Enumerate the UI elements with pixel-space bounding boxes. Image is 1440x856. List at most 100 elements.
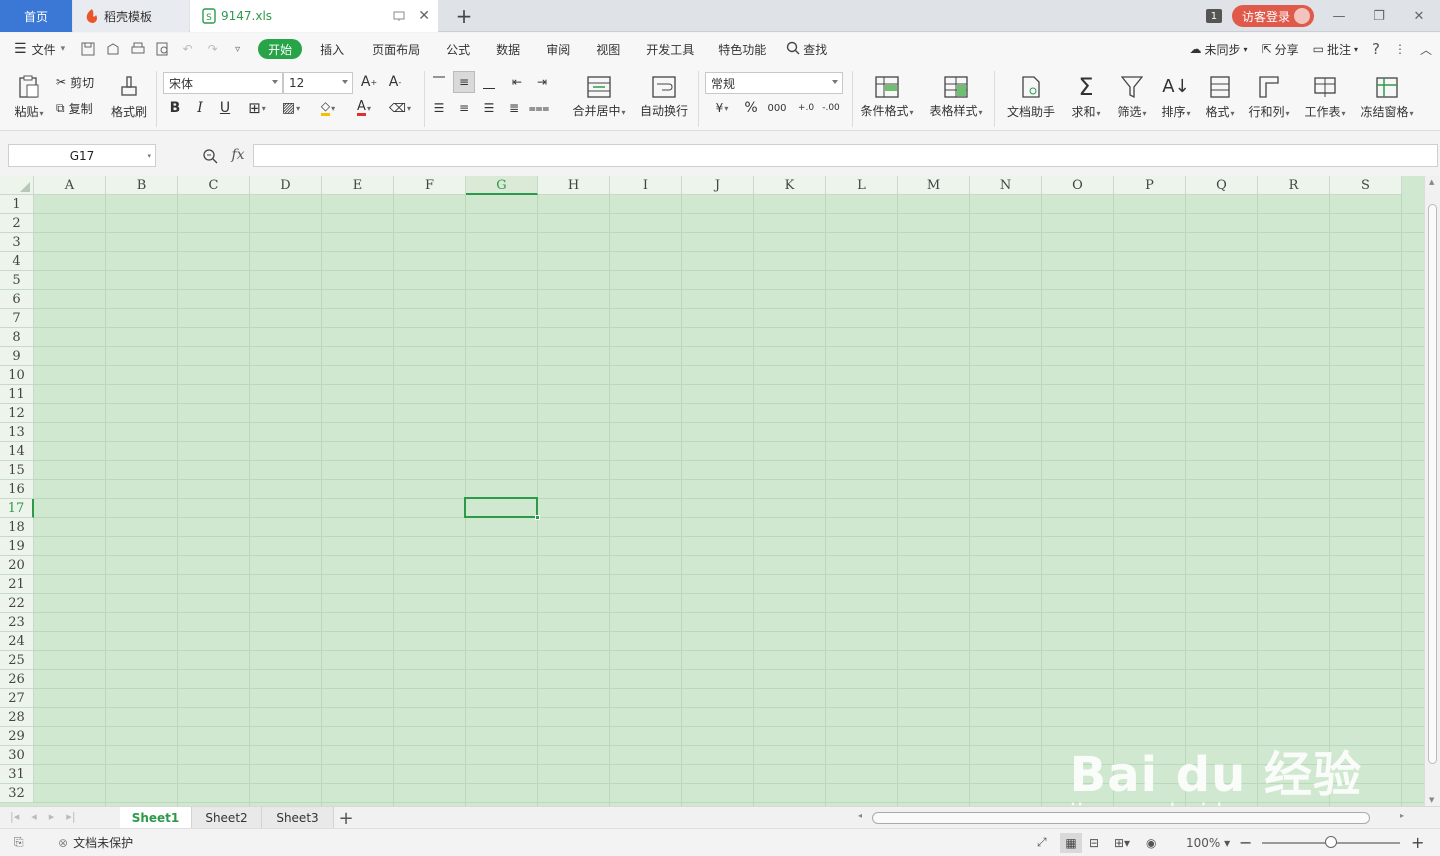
row-header-1[interactable]: 1	[0, 195, 34, 214]
redo-icon[interactable]: ↷	[200, 33, 225, 65]
filter-button[interactable]: 筛选▾	[1112, 71, 1152, 123]
row-header-24[interactable]: 24	[0, 632, 34, 651]
row-header-20[interactable]: 20	[0, 556, 34, 575]
fill-pattern-button[interactable]: ▨ ▾	[277, 99, 305, 117]
page-break-view-icon[interactable]: ⊟	[1089, 836, 1099, 850]
minimize-button[interactable]: —	[1324, 9, 1354, 24]
font-size-select[interactable]: 12	[283, 72, 353, 94]
row-header-5[interactable]: 5	[0, 271, 34, 290]
document-protect-status[interactable]: ⊗ 文档未保护	[58, 834, 133, 851]
decrease-font-icon[interactable]: A-	[386, 73, 404, 91]
underline-button[interactable]: U	[216, 99, 234, 117]
row-header-6[interactable]: 6	[0, 290, 34, 309]
page-count-badge[interactable]: 1	[1205, 9, 1222, 23]
row-header-11[interactable]: 11	[0, 385, 34, 404]
tab-developer[interactable]: 开发工具	[636, 33, 704, 65]
horizontal-scroll-thumb[interactable]	[872, 812, 1370, 824]
tab-file[interactable]: S 9147.xls ✕	[190, 0, 438, 32]
row-header-15[interactable]: 15	[0, 461, 34, 480]
italic-button[interactable]: I	[191, 99, 209, 117]
comment-button[interactable]: ▭ 批注 ▾	[1313, 41, 1358, 58]
align-top-icon[interactable]: ⎺	[430, 73, 448, 91]
tab-special[interactable]: 特色功能	[708, 33, 776, 65]
column-header-b[interactable]: B	[106, 176, 178, 195]
row-col-button[interactable]: 行和列▾	[1244, 71, 1294, 123]
zoom-slider-knob[interactable]	[1325, 836, 1337, 848]
more-icon[interactable]: ⋮	[1394, 42, 1406, 56]
paste-button[interactable]: 粘贴▾	[10, 71, 48, 123]
close-tab-icon[interactable]: ✕	[418, 8, 430, 24]
vertical-scroll-thumb[interactable]	[1428, 204, 1437, 764]
row-header-2[interactable]: 2	[0, 214, 34, 233]
row-header-31[interactable]: 31	[0, 765, 34, 784]
vertical-scrollbar[interactable]: ▲ ▼	[1424, 176, 1440, 806]
zoom-level[interactable]: 100% ▾	[1186, 836, 1230, 850]
zoom-out-button[interactable]: −	[1239, 833, 1252, 852]
zoom-in-button[interactable]: +	[1411, 833, 1424, 852]
sheet-tab-sheet3[interactable]: Sheet3	[262, 807, 334, 829]
column-header-c[interactable]: C	[178, 176, 250, 195]
row-header-23[interactable]: 23	[0, 613, 34, 632]
undo-icon[interactable]: ↶	[175, 33, 200, 65]
doc-helper-button[interactable]: 文档助手	[1004, 71, 1058, 123]
last-sheet-icon[interactable]: ▸|	[66, 810, 75, 823]
tab-review[interactable]: 审阅	[536, 33, 580, 65]
align-left-icon[interactable]: ☰	[430, 99, 448, 117]
increase-indent-icon[interactable]: ⇥	[533, 73, 551, 91]
row-header-16[interactable]: 16	[0, 480, 34, 499]
column-header-g[interactable]: G	[466, 176, 538, 195]
decrease-indent-icon[interactable]: ⇤	[508, 73, 526, 91]
row-header-8[interactable]: 8	[0, 328, 34, 347]
column-header-q[interactable]: Q	[1186, 176, 1258, 195]
pin-window-icon[interactable]	[393, 10, 405, 22]
column-header-e[interactable]: E	[322, 176, 394, 195]
column-header-i[interactable]: I	[610, 176, 682, 195]
conditional-format-button[interactable]: 条件格式▾	[858, 71, 916, 123]
currency-button[interactable]: ¥ ▾	[708, 99, 736, 117]
row-header-26[interactable]: 26	[0, 670, 34, 689]
page-layout-view-icon[interactable]: ⊞▾	[1114, 836, 1130, 850]
percent-icon[interactable]: %	[742, 99, 760, 117]
column-header-f[interactable]: F	[394, 176, 466, 195]
align-right-icon[interactable]: ☰	[480, 99, 498, 117]
export-icon[interactable]	[100, 33, 125, 65]
active-cell[interactable]	[464, 497, 540, 520]
fullscreen-icon[interactable]: ⤢	[1037, 835, 1047, 850]
horizontal-scrollbar[interactable]: ◂ ▸	[856, 811, 1406, 825]
copy-button[interactable]: ⧉ 复制	[56, 99, 93, 117]
prev-sheet-icon[interactable]: ◂	[31, 810, 37, 823]
sort-button[interactable]: A↓ 排序▾	[1156, 71, 1196, 123]
column-header-l[interactable]: L	[826, 176, 898, 195]
column-header-m[interactable]: M	[898, 176, 970, 195]
number-format-select[interactable]: 常规	[705, 72, 843, 94]
name-box[interactable]: G17 ▾	[8, 144, 156, 167]
row-header-29[interactable]: 29	[0, 727, 34, 746]
print-preview-icon[interactable]	[150, 33, 175, 65]
row-header-3[interactable]: 3	[0, 233, 34, 252]
column-header-d[interactable]: D	[250, 176, 322, 195]
row-header-30[interactable]: 30	[0, 746, 34, 765]
decrease-decimal-icon[interactable]: -.00	[820, 99, 842, 117]
column-header-p[interactable]: P	[1114, 176, 1186, 195]
fill-color-button[interactable]: ◇ ▾	[314, 99, 342, 117]
eye-protection-icon[interactable]: ◉	[1146, 836, 1156, 850]
help-icon[interactable]: ?	[1372, 40, 1380, 58]
tab-insert[interactable]: 插入	[310, 33, 354, 65]
tab-data[interactable]: 数据	[486, 33, 530, 65]
formula-input[interactable]	[253, 144, 1438, 167]
next-sheet-icon[interactable]: ▸	[49, 810, 55, 823]
guest-login-button[interactable]: 访客登录	[1231, 5, 1314, 27]
row-header-9[interactable]: 9	[0, 347, 34, 366]
column-header-k[interactable]: K	[754, 176, 826, 195]
column-header-s[interactable]: S	[1330, 176, 1402, 195]
increase-font-icon[interactable]: A +	[360, 73, 378, 91]
row-header-19[interactable]: 19	[0, 537, 34, 556]
sum-button[interactable]: Σ 求和▾	[1066, 71, 1106, 123]
clear-button[interactable]: ⌫ ▾	[386, 99, 414, 117]
row-header-28[interactable]: 28	[0, 708, 34, 727]
table-style-button[interactable]: 表格样式▾	[926, 71, 986, 123]
new-tab-button[interactable]: +	[452, 4, 476, 28]
fill-handle[interactable]	[535, 515, 540, 520]
customize-toolbar-icon[interactable]: ▿	[225, 33, 250, 65]
distribute-icon[interactable]: ⩶	[529, 99, 550, 117]
